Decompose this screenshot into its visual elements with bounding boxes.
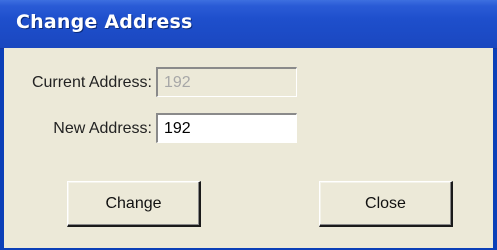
close-button[interactable]: Close: [319, 181, 453, 227]
change-button[interactable]: Change: [67, 181, 201, 227]
current-address-label: Current Address:: [31, 74, 152, 91]
title-bar[interactable]: Change Address: [0, 0, 497, 49]
new-address-label: New Address:: [53, 120, 152, 137]
current-address-field: [156, 67, 297, 97]
new-address-input[interactable]: [156, 113, 297, 143]
dialog-body: Current Address: New Address: Change Clo…: [4, 48, 493, 248]
dialog-title: Change Address: [16, 11, 193, 33]
change-address-dialog: Change Address Current Address: New Addr…: [0, 0, 497, 250]
